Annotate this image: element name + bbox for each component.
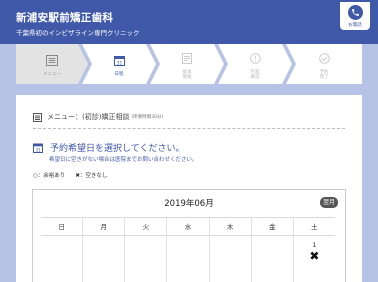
step-label: 内容 確認 bbox=[250, 69, 260, 80]
weekday-tue: 火 bbox=[124, 218, 166, 235]
menu-label: メニュー： bbox=[47, 112, 82, 121]
weekday-mon: 月 bbox=[82, 218, 124, 235]
step-date[interactable]: 31 日程 bbox=[82, 44, 156, 84]
calendar-day-cell bbox=[250, 236, 293, 282]
weekday-row: 日 月 火 水 木 金 土 bbox=[41, 217, 335, 236]
progress-steps: メニュー 31 日程 基本 情報 内容 確認 予約 完了 bbox=[16, 44, 362, 84]
calendar-day-cell bbox=[166, 236, 208, 282]
calendar-day-cell bbox=[82, 236, 124, 282]
weekday-thu: 木 bbox=[208, 218, 251, 235]
section-note: 希望日に空きがない場合は医院までお問い合わせください。 bbox=[49, 157, 198, 163]
booking-card: メニュー： (初診)矯正相談 (所要時間30分) 31 予約希望日を選択してくだ… bbox=[16, 95, 362, 282]
step-complete: 予約 完了 bbox=[286, 44, 362, 84]
calendar-icon: 31 bbox=[33, 138, 43, 157]
step-label: メニュー bbox=[43, 72, 61, 77]
availability-legend: ○：余裕あり ✖：空きなし bbox=[33, 171, 107, 179]
legend-unavailable: ✖：空きなし bbox=[75, 173, 108, 179]
section-title: 予約希望日を選択してください。 bbox=[50, 144, 185, 154]
step-label: 予約 完了 bbox=[319, 69, 329, 80]
day-number: 1 bbox=[312, 241, 317, 249]
phone-icon bbox=[347, 5, 363, 20]
step-label: 日程 bbox=[114, 72, 124, 77]
menu-value: (初診)矯正相談 bbox=[82, 112, 130, 121]
weekday-wed: 水 bbox=[166, 218, 208, 235]
svg-text:31: 31 bbox=[116, 60, 122, 66]
calendar-month: 2019年06月 bbox=[164, 199, 214, 209]
clinic-name[interactable]: 新浦安駅前矯正歯科 bbox=[16, 10, 113, 25]
calendar-header: 2019年06月 翌月 bbox=[33, 190, 345, 216]
calendar: 2019年06月 翌月 日 月 火 水 木 金 土 1 ✖ bbox=[32, 189, 346, 282]
weekday-sun: 日 bbox=[58, 223, 65, 231]
step-menu[interactable]: メニュー bbox=[16, 44, 88, 84]
info-form-icon bbox=[182, 49, 192, 68]
calendar-day-cell bbox=[124, 236, 166, 282]
weekday-sat: 土 bbox=[292, 218, 335, 235]
menu-list-icon bbox=[46, 51, 58, 70]
menu-list-icon bbox=[33, 107, 42, 126]
calendar-day-cell bbox=[208, 236, 251, 282]
step-confirm: 内容 確認 bbox=[218, 44, 292, 84]
calendar-week-row: 1 ✖ bbox=[41, 236, 335, 282]
step-basic-info: 基本 情報 bbox=[150, 44, 224, 84]
phone-button[interactable]: お電話 bbox=[340, 2, 370, 30]
legend-available: ○：余裕あり bbox=[33, 173, 66, 179]
unavailable-mark: ✖ bbox=[309, 249, 320, 263]
check-icon bbox=[318, 49, 330, 68]
menu-duration: (所要時間30分) bbox=[131, 114, 164, 120]
calendar-day-cell-sat-1: 1 ✖ bbox=[292, 236, 335, 282]
clinic-tagline: 千葉県初のインビザライン専門クリニック bbox=[16, 29, 140, 37]
calendar-day-cell bbox=[41, 236, 82, 282]
selected-menu: メニュー： (初診)矯正相談 (所要時間30分) bbox=[33, 107, 163, 126]
confirm-icon bbox=[249, 49, 261, 68]
step-label: 基本 情報 bbox=[182, 69, 192, 80]
svg-text:31: 31 bbox=[35, 148, 41, 153]
site-header: 新浦安駅前矯正歯科 千葉県初のインビザライン専門クリニック お電話 bbox=[0, 0, 378, 44]
next-month-button[interactable]: 翌月 bbox=[320, 197, 338, 208]
phone-label: お電話 bbox=[348, 23, 362, 28]
weekday-fri: 金 bbox=[250, 218, 293, 235]
calendar-icon: 31 bbox=[113, 51, 125, 70]
divider bbox=[33, 128, 345, 129]
